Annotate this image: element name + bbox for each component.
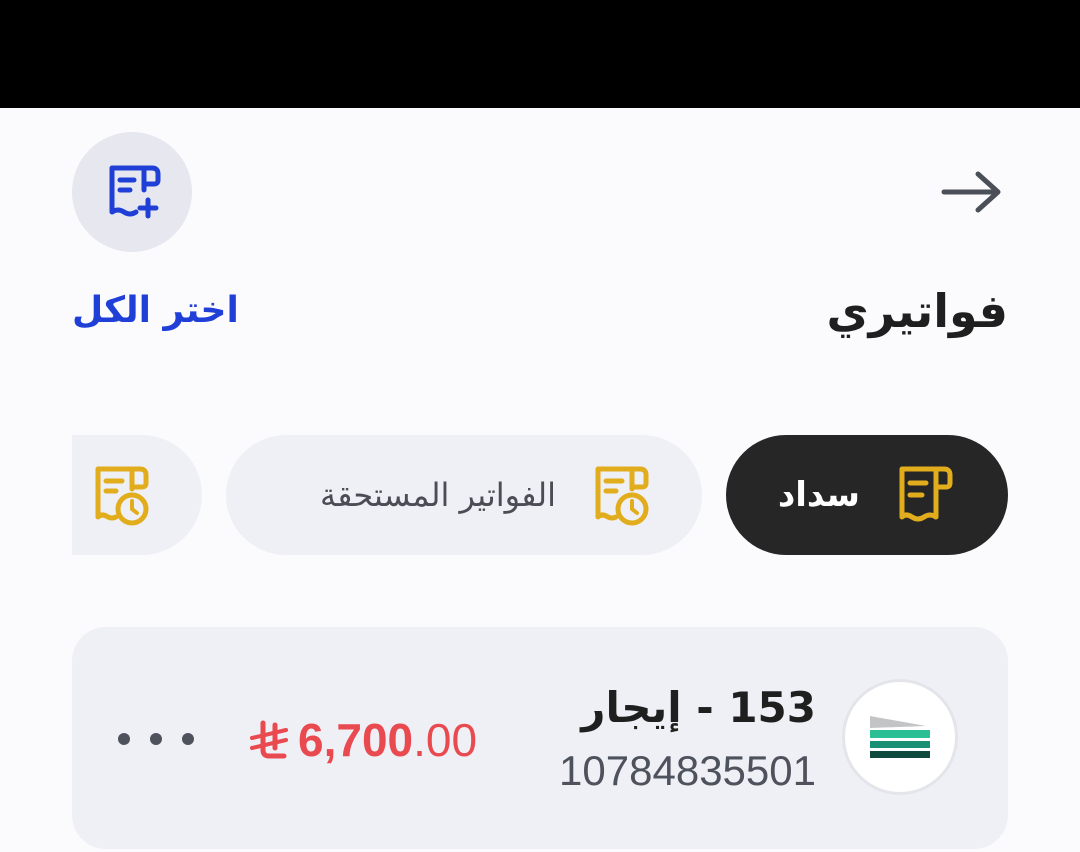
tab-due-bills-label: الفواتير المستحقة [320,476,556,514]
dot [150,733,162,745]
tab-due-bills[interactable]: الفواتير المستحقة [226,435,702,555]
bill-title: 153 - إيجار [581,683,816,732]
tab-overdue[interactable] [72,435,202,555]
tab-payment-label: سداد [777,475,860,515]
select-all-link[interactable]: اختر الكل [72,290,239,331]
status-bar [0,0,1080,108]
tab-payment[interactable]: سداد [726,435,1008,555]
receipt-icon [899,466,953,522]
bill-card[interactable]: 153 - إيجار 10784835501 6,700.00 [72,627,1008,849]
receipt-clock-icon [595,466,649,526]
arrow-right-icon [941,171,1001,213]
bill-amount: 6,700.00 [248,713,477,767]
add-bill-button[interactable] [72,132,192,252]
receipt-clock-icon [95,466,149,526]
back-button[interactable] [936,160,1008,224]
filter-tabs: سداد الفواتير المستحقة [72,435,1008,555]
page-title: فواتيري [826,284,1008,338]
dot [182,733,194,745]
bill-amount-decimal: .00 [413,714,478,766]
receipt-add-icon [109,165,161,219]
bill-number: 10784835501 [559,747,816,794]
saudi-riyal-icon [248,720,288,760]
biller-logo-icon [842,679,958,795]
dot [118,733,130,745]
bill-amount-integer: 6,700 [298,714,414,766]
more-icon[interactable] [118,719,194,759]
